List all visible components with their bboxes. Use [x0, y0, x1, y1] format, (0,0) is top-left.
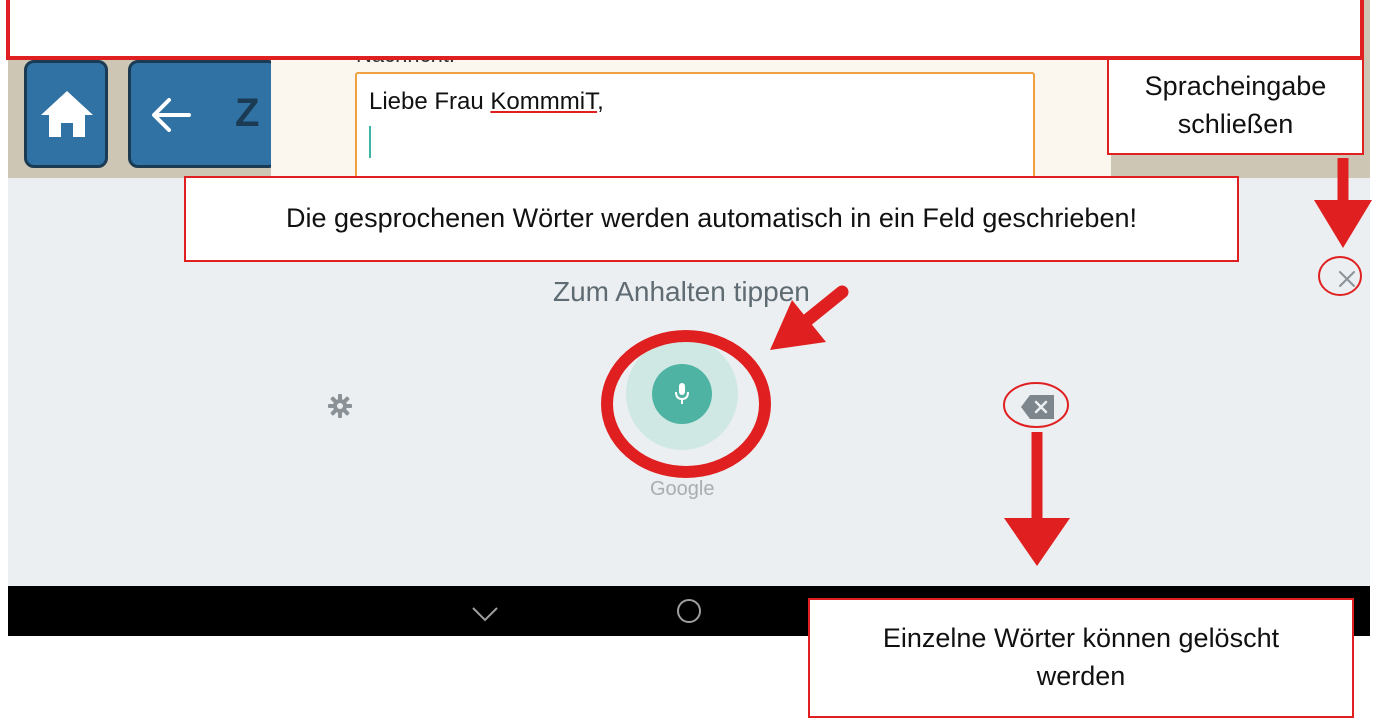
- backspace-pointer-arrow: [1004, 432, 1070, 566]
- mic-pointer-arrow: [770, 285, 849, 350]
- close-highlight-circle: [1318, 256, 1362, 296]
- close-pointer-arrow: [1314, 158, 1372, 248]
- mic-highlight-ring: [601, 330, 771, 478]
- annotation-markers: [601, 158, 1372, 566]
- backspace-highlight-circle: [1003, 382, 1069, 428]
